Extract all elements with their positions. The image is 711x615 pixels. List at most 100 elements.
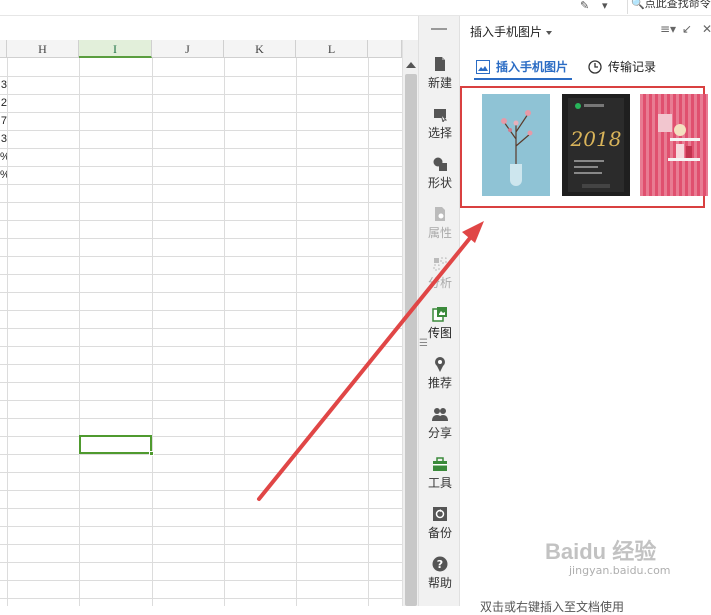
tool-help-label: 帮助 <box>427 576 452 590</box>
panel-title[interactable]: 插入手机图片 <box>470 23 553 40</box>
grid-row-line <box>0 274 402 275</box>
column-header-i[interactable]: I <box>79 40 152 58</box>
tab-transfer-history[interactable]: 传输记录 <box>586 56 656 80</box>
grid-row-line <box>0 202 402 203</box>
grid-row-line <box>0 184 402 185</box>
tool-help[interactable]: ? 帮助 <box>419 550 461 600</box>
grid-row-line <box>0 598 402 599</box>
tool-shape-label: 形状 <box>427 176 452 190</box>
properties-icon <box>435 207 445 221</box>
panel-title-text: 插入手机图片 <box>470 25 543 39</box>
cell-value[interactable]: 7 <box>0 112 7 130</box>
cell-value[interactable]: % <box>0 148 7 166</box>
recommend-icon <box>435 357 445 372</box>
grid-column-line <box>79 58 80 606</box>
grid-row-line <box>0 400 402 401</box>
grid-column-line <box>224 58 225 606</box>
grid-row-line <box>0 364 402 365</box>
tool-toolbox-label: 工具 <box>427 476 452 490</box>
grid-row-line <box>0 328 402 329</box>
phone-image-thumbnail[interactable] <box>640 94 708 196</box>
tool-recommend[interactable]: 推荐 <box>419 350 461 400</box>
chevron-down-icon <box>546 30 553 35</box>
tab-history-label: 传输记录 <box>608 60 657 74</box>
vertical-scrollbar[interactable] <box>402 40 418 606</box>
panel-menu-icon[interactable]: ≡▾ <box>660 22 676 36</box>
fill-handle[interactable] <box>149 451 154 456</box>
tool-new[interactable]: 新建 <box>419 50 461 100</box>
grid-row-line <box>0 220 402 221</box>
file-new-icon <box>435 57 445 71</box>
top-toolbar: ✎ ▾ 🔍点此查找命令 <box>0 0 711 16</box>
insert-phone-image-panel: 插入手机图片 ≡▾ ↙ ✕ 插入手机图片 传输记录 2018 双击或右键插入至文… <box>460 16 711 614</box>
analysis-icon <box>433 257 447 271</box>
scroll-thumb[interactable] <box>405 74 417 606</box>
new-year-2018-image: 2018 <box>562 94 630 196</box>
selected-cell[interactable] <box>79 435 154 456</box>
clock-icon <box>588 60 602 74</box>
tool-recommend-label: 推荐 <box>427 376 452 390</box>
grid-row-line <box>0 346 402 347</box>
tool-select-label: 选择 <box>427 126 452 140</box>
spreadsheet-grid[interactable]: H I J K L 3 2 7 3 % % <box>0 40 402 606</box>
grid-row-line <box>0 130 402 131</box>
tool-backup-label: 备份 <box>427 526 452 540</box>
tool-select[interactable]: 选择 <box>419 100 461 150</box>
cell-value[interactable]: 2 <box>0 94 7 112</box>
grid-row-line <box>0 76 402 77</box>
tool-new-label: 新建 <box>427 76 452 90</box>
help-icon: ? <box>432 556 448 572</box>
filter-icon[interactable]: ▾ <box>602 0 608 12</box>
tool-share[interactable]: 分享 <box>419 400 461 450</box>
tool-backup[interactable]: 备份 <box>419 500 461 550</box>
tool-toolbox[interactable]: 工具 <box>419 450 461 500</box>
side-toolbar: ☰ 新建 选择 形状 属性 分析 传图 推荐 分享 工具 备份 ? 帮助 <box>418 16 460 606</box>
grid-row-line <box>0 292 402 293</box>
column-header-k[interactable]: K <box>224 40 296 58</box>
tool-transfer-image-label: 传图 <box>427 326 452 340</box>
thumbnail-year-text: 2018 <box>570 127 622 151</box>
column-header-h[interactable]: H <box>7 40 79 58</box>
grid-row-line <box>0 418 402 419</box>
edit-icon[interactable]: ✎ <box>580 0 589 12</box>
cell-value[interactable]: 3 <box>0 130 7 148</box>
phone-image-gallery: 2018 <box>460 86 708 208</box>
flower-vase-image <box>482 94 550 196</box>
grid-row-line <box>0 526 402 527</box>
phone-image-thumbnail[interactable] <box>482 94 550 196</box>
close-icon[interactable]: ✕ <box>702 22 711 36</box>
column-header-j[interactable]: J <box>152 40 224 58</box>
grid-column-line <box>368 58 369 606</box>
grid-row-line <box>0 310 402 311</box>
panel-shrink-icon[interactable]: ↙ <box>682 22 692 36</box>
tool-analysis[interactable]: 分析 <box>419 250 461 300</box>
column-header-m[interactable] <box>368 40 402 58</box>
grid-row-line <box>0 472 402 473</box>
scroll-up-icon[interactable] <box>406 62 416 68</box>
share-icon <box>432 408 448 421</box>
shape-icon <box>433 157 447 171</box>
grid-row-line <box>0 94 402 95</box>
column-header-row: H I J K L <box>0 40 402 58</box>
command-search[interactable]: 🔍点此查找命令 <box>627 0 711 14</box>
command-search-text: 点此查找命令 <box>644 0 711 10</box>
tool-properties-label: 属性 <box>427 226 452 240</box>
tab-insert-phone-image[interactable]: 插入手机图片 <box>474 56 572 80</box>
grid-row-line <box>0 238 402 239</box>
tool-transfer-image[interactable]: 传图 <box>419 300 461 350</box>
grid-row-line <box>0 544 402 545</box>
select-icon <box>434 109 448 122</box>
grid-row-line <box>0 148 402 149</box>
transfer-image-icon <box>432 307 447 322</box>
column-header[interactable] <box>0 40 7 58</box>
tool-shape[interactable]: 形状 <box>419 150 461 200</box>
grid-row-line <box>0 562 402 563</box>
tool-properties[interactable]: 属性 <box>419 200 461 250</box>
collapse-icon[interactable] <box>431 28 447 30</box>
column-header-l[interactable]: L <box>296 40 368 58</box>
grid-row-line <box>0 508 402 509</box>
phone-image-thumbnail[interactable]: 2018 <box>562 94 630 196</box>
cell-value[interactable]: % <box>0 166 7 184</box>
cell-value[interactable]: 3 <box>0 76 7 94</box>
image-icon <box>476 60 490 74</box>
